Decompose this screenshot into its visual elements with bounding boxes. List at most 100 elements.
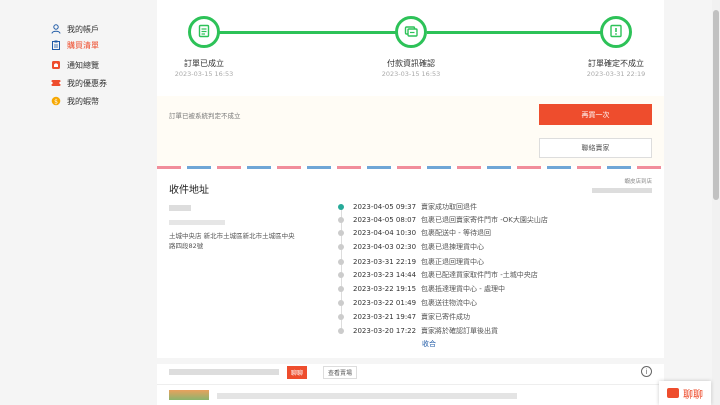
coupon-icon [51,78,61,88]
contact-seller-button[interactable]: 聯絡賣家 [539,138,652,158]
info-icon[interactable]: i [641,366,652,377]
timeline-desc: 包裹已退揀理貨中心 [421,243,484,251]
sidebar-item-label: 我的帳戶 [67,24,99,34]
step-label: 訂單已成立 [184,59,224,68]
shop-name-redacted [169,369,279,375]
product-divider [157,384,664,385]
product-thumbnail[interactable] [169,390,209,400]
timeline-time: 2023-03-23 14:44 [353,271,417,279]
timeline-time: 2023-04-03 02:30 [353,243,417,251]
timeline-dot [338,300,344,306]
bell-icon [51,60,61,70]
svg-text:$: $ [54,98,58,105]
timeline-time: 2023-03-20 17:22 [353,327,417,335]
timeline-entry: 2023-04-05 09:37 賣家成功取回退件 [338,201,477,213]
timeline-entry: 2023-03-22 19:15 包裹抵達理貨中心 - 處理中 [338,283,505,295]
order-stepper: 訂單已成立 2023-03-15 16:53 付款資訊確認 2023-03-15… [157,0,664,95]
chat-with-shop-button[interactable]: 聊聊 [287,366,308,379]
scrollbar-thumb[interactable] [713,10,719,200]
timeline-time: 2023-03-31 22:19 [353,258,417,266]
floating-chat-button[interactable]: 聊聊 [659,381,711,405]
timeline-entry: 2023-04-04 10:30 包裹配送中 - 等待退回 [338,227,491,239]
timeline-dot [338,217,344,223]
address-line: 土城中央店 新北市土城區新北市土城區中央路四段82號 [169,232,295,250]
timeline-desc: 賣家成功取回退件 [421,203,477,211]
sidebar-item-purchases[interactable]: 購買清單 [51,38,99,52]
timeline-entry: 2023-03-22 01:49 包裹送往物流中心 [338,297,477,309]
timeline-desc: 包裹送往物流中心 [421,299,477,307]
timeline-desc: 包裹配送中 - 等待退回 [421,229,491,237]
payment-icon [404,23,418,42]
view-shop-button[interactable]: 查看賣場 [323,366,358,379]
sidebar-item-coins[interactable]: $ 我的蝦幣 [51,94,99,108]
product-name-redacted [217,393,517,399]
sidebar-item-label: 我的蝦幣 [67,96,99,106]
step-connector [219,31,409,34]
sidebar-item-label: 購買清單 [67,40,99,50]
timeline-dot [338,259,344,265]
timeline-time: 2023-04-05 09:37 [353,203,417,211]
step-order-cancelled [600,16,632,48]
sidebar: 我的帳戶 購買清單 通知總覽 我的優惠券 $ 我的蝦幣 [0,0,150,405]
timeline-time: 2023-03-21 19:47 [353,313,417,321]
page-scrollbar[interactable] [712,0,720,405]
collapse-link[interactable]: 收合 [422,339,436,349]
step-time: 2023-03-15 16:53 [174,70,234,78]
timeline-entry: 2023-03-31 22:19 包裹正退回理貨中心 [338,256,484,268]
clipboard-icon [51,40,61,50]
timeline-time: 2023-03-22 01:49 [353,299,417,307]
receipt-icon [197,23,211,42]
timeline-desc: 包裹抵達理貨中心 - 處理中 [421,285,505,293]
order-detail-panel: 訂單已成立 2023-03-15 16:53 付款資訊確認 2023-03-15… [157,0,664,405]
sidebar-item-label: 通知總覽 [67,60,99,70]
timeline-dot [338,286,344,292]
timeline-dot [338,230,344,236]
step-order-placed [188,16,220,48]
timeline-entry: 2023-03-23 14:44 包裹已配達買家取件門市 -土城中央店 [338,269,538,281]
alert-icon [609,23,623,42]
buy-again-button[interactable]: 再買一次 [539,104,652,125]
timeline-dot [338,328,344,334]
step-label: 訂單確定不成立 [588,59,644,68]
coin-icon: $ [51,96,61,106]
timeline-desc: 包裹正退回理貨中心 [421,258,484,266]
timeline-dot [338,204,344,210]
envelope-border [157,166,664,169]
chat-icon [667,388,679,398]
tracking-number-redacted [592,188,652,193]
recipient-phone-redacted [169,220,225,225]
timeline-dot [338,272,344,278]
view-shop-label: 查看賣場 [328,370,353,377]
order-status-notice: 訂單已被系統判定不成立 再買一次 聯絡賣家 [157,96,664,166]
timeline-time: 2023-04-05 08:07 [353,216,417,224]
shipping-method-label: 蝦皮店到店 [624,179,652,185]
step-label: 付款資訊確認 [387,59,435,68]
timeline-entry: 2023-03-20 17:22 賣家將於確認訂單後出貨 [338,325,498,337]
step-connector [427,31,607,34]
sidebar-item-account[interactable]: 我的帳戶 [51,22,99,36]
timeline-desc: 賣家將於確認訂單後出貨 [421,327,498,335]
recipient-name-redacted [169,205,191,211]
step-time: 2023-03-31 22:19 [586,70,646,78]
chat-float-label: 聊聊 [683,389,703,401]
notice-text: 訂單已被系統判定不成立 [169,112,241,120]
timeline-time: 2023-03-22 19:15 [353,285,417,293]
timeline-dot [338,244,344,250]
timeline-desc: 包裹已退回賣家寄件門市 -OK大園尖山店 [421,216,548,224]
step-time: 2023-03-15 16:53 [381,70,441,78]
address-title: 收件地址 [169,185,209,196]
timeline-dot [338,314,344,320]
user-icon [51,24,61,34]
timeline-desc: 包裹已配達買家取件門市 -土城中央店 [421,271,538,279]
sidebar-item-notifications[interactable]: 通知總覽 [51,58,99,72]
timeline-entry: 2023-04-03 02:30 包裹已退揀理貨中心 [338,241,484,253]
sidebar-item-coupons[interactable]: 我的優惠券 [51,76,107,90]
section-divider [157,358,664,364]
timeline-entry: 2023-04-05 08:07 包裹已退回賣家寄件門市 -OK大園尖山店 [338,214,548,226]
timeline-desc: 賣家已寄件成功 [421,313,470,321]
shop-chat-label: 聊聊 [291,370,304,377]
sidebar-item-label: 我的優惠券 [67,78,107,88]
timeline-entry: 2023-03-21 19:47 賣家已寄件成功 [338,311,470,323]
timeline-time: 2023-04-04 10:30 [353,229,417,237]
step-payment-confirmed [395,16,427,48]
